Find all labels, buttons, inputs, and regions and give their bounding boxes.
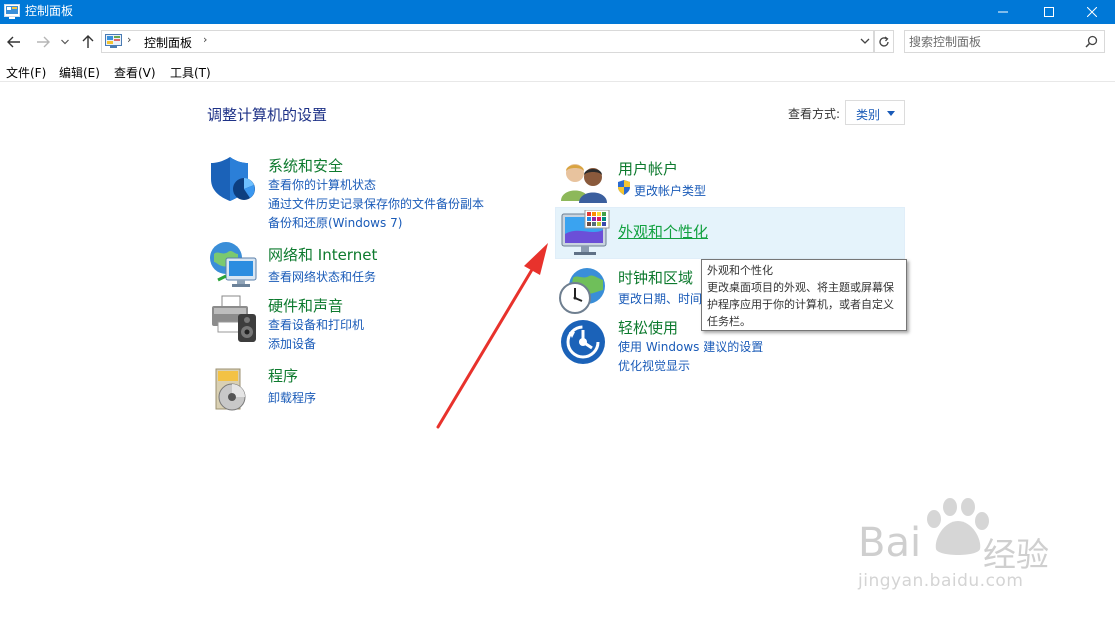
watermark-url: jingyan.baidu.com — [858, 571, 1024, 591]
watermark-brand: Bai — [858, 520, 922, 566]
watermark-jingyan: 经验 — [983, 535, 1049, 574]
